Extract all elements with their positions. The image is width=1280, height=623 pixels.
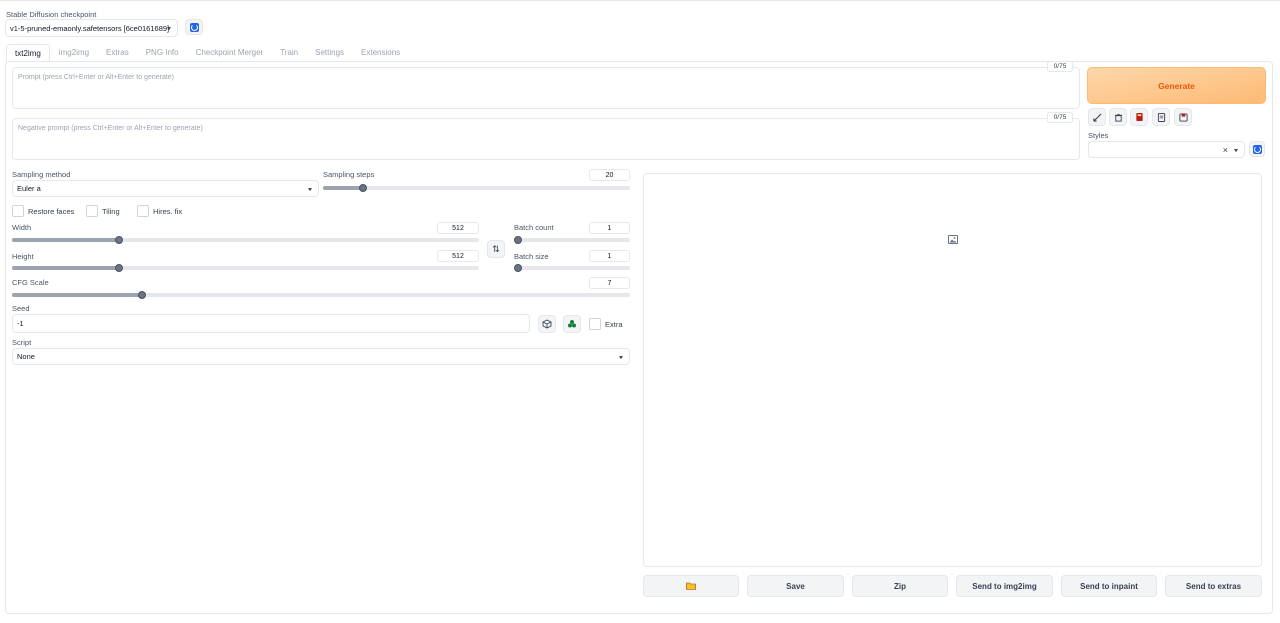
height-slider[interactable] [12,264,479,272]
sampling-steps-slider[interactable] [323,184,630,192]
seed-value: -1 [17,319,24,328]
save-icon [1178,112,1188,122]
chevron-down-icon [167,27,171,31]
folder-icon [686,582,696,590]
check-icon [1092,113,1101,122]
tab-extras[interactable]: Extras [98,44,137,62]
refresh-icon [1252,144,1262,154]
seed-label: Seed [12,304,30,313]
restore-faces-checkbox[interactable] [12,205,24,217]
tiling-label: Tiling [102,207,120,216]
image-placeholder-icon [948,235,958,244]
random-seed-button[interactable] [538,315,556,333]
sampling-steps-fill [323,186,363,190]
height-input[interactable]: 512 [437,250,479,262]
width-label: Width [12,223,32,232]
sampling-method-label: Sampling method [12,170,71,179]
width-slider[interactable] [12,236,479,244]
prompt-input[interactable]: Prompt (press Ctrl+Enter or Alt+Enter to… [12,67,1080,109]
sampling-steps-input[interactable]: 20 [589,169,630,181]
checkpoint-dropdown[interactable]: v1-5-pruned-emaonly.safetensors [6ce0161… [5,19,178,37]
checkpoint-label: Stable Diffusion checkpoint [6,10,97,19]
apply-style-button[interactable] [1088,108,1106,126]
generate-button[interactable]: Generate [1087,67,1266,104]
negative-prompt-token-counter: 0/75 [1047,112,1073,123]
tiling-checkbox[interactable] [86,205,98,217]
batch-size-input[interactable]: 1 [589,250,630,262]
hires-fix-checkbox[interactable] [137,205,149,217]
paste-prompt-button[interactable] [1152,108,1170,126]
refresh-styles-button[interactable] [1249,141,1265,157]
cfg-scale-thumb[interactable] [137,291,146,299]
send-to-img2img-button[interactable]: Send to img2img [956,575,1053,597]
clear-styles-icon[interactable]: × [1223,145,1228,155]
open-folder-button[interactable] [643,575,739,597]
prompt-placeholder: Prompt (press Ctrl+Enter or Alt+Enter to… [18,74,175,81]
tab-settings[interactable]: Settings [307,44,352,62]
top-border [0,0,1280,1]
send-to-extras-button[interactable]: Send to extras [1165,575,1262,597]
dice-icon [542,319,552,329]
swap-dimensions-button[interactable]: ⇅ [487,240,505,258]
tab-checkpoint-merger[interactable]: Checkpoint Merger [188,44,272,62]
script-label: Script [12,338,32,347]
chevron-down-icon [1234,148,1238,152]
hires-fix-label: Hires. fix [153,207,183,216]
reuse-seed-button[interactable] [563,315,581,333]
batch-count-input[interactable]: 1 [589,222,630,234]
batch-count-label: Batch count [514,223,554,232]
zip-button[interactable]: Zip [852,575,948,597]
width-input[interactable]: 512 [437,222,479,234]
cfg-scale-slider[interactable] [12,291,630,299]
batch-size-thumb[interactable] [514,264,522,272]
sampling-steps-label: Sampling steps [323,170,375,179]
chevron-down-icon [619,355,623,359]
batch-size-slider[interactable] [514,264,630,272]
main-tabs: txt2img img2img Extras PNG Info Checkpoi… [6,44,409,62]
tab-extensions[interactable]: Extensions [353,44,408,62]
batch-count-slider[interactable] [514,236,630,244]
seed-input[interactable]: -1 [12,314,530,333]
batch-count-thumb[interactable] [514,236,522,244]
negative-prompt-input[interactable]: Negative prompt (press Ctrl+Enter or Alt… [12,118,1080,160]
sampling-method-value: Euler a [17,184,41,193]
script-dropdown[interactable]: None [12,348,630,365]
script-value: None [17,352,35,361]
swap-icon: ⇅ [492,243,500,254]
clipboard-icon [1157,112,1165,122]
trash-icon [1114,113,1122,122]
output-gallery [643,173,1262,567]
recycle-icon [568,320,576,328]
send-to-inpaint-button[interactable]: Send to inpaint [1061,575,1157,597]
tab-txt2img[interactable]: txt2img [6,44,50,62]
cfg-scale-input[interactable]: 7 [589,277,630,289]
extra-networks-button[interactable] [1130,108,1148,126]
tab-train[interactable]: Train [272,44,306,62]
restore-faces-label: Restore faces [28,207,75,216]
sampling-steps-thumb[interactable] [358,184,367,192]
extra-seed-label: Extra [605,320,623,329]
save-style-button[interactable] [1174,108,1192,126]
height-label: Height [12,252,34,261]
extra-seed-checkbox[interactable] [589,318,601,330]
save-button[interactable]: Save [747,575,844,597]
cfg-scale-label: CFG Scale [12,278,49,287]
tab-png-info[interactable]: PNG Info [138,44,187,62]
chevron-down-icon [308,187,312,191]
styles-label: Styles [1088,131,1109,140]
refresh-icon [189,22,199,32]
width-fill [12,238,120,242]
negative-prompt-placeholder: Negative prompt (press Ctrl+Enter or Alt… [18,125,203,132]
book-icon [1135,112,1143,122]
clear-prompt-button[interactable] [1109,108,1127,126]
height-fill [12,266,120,270]
prompt-token-counter: 0/75 [1047,61,1073,72]
refresh-checkpoint-button[interactable] [185,19,203,35]
styles-dropdown[interactable]: × [1088,141,1245,158]
tab-img2img[interactable]: img2img [51,44,97,62]
cfg-scale-fill [12,293,142,297]
sampling-method-dropdown[interactable]: Euler a [12,180,319,197]
checkpoint-value: v1-5-pruned-emaonly.safetensors [6ce0161… [10,23,170,33]
batch-size-label: Batch size [514,252,549,261]
